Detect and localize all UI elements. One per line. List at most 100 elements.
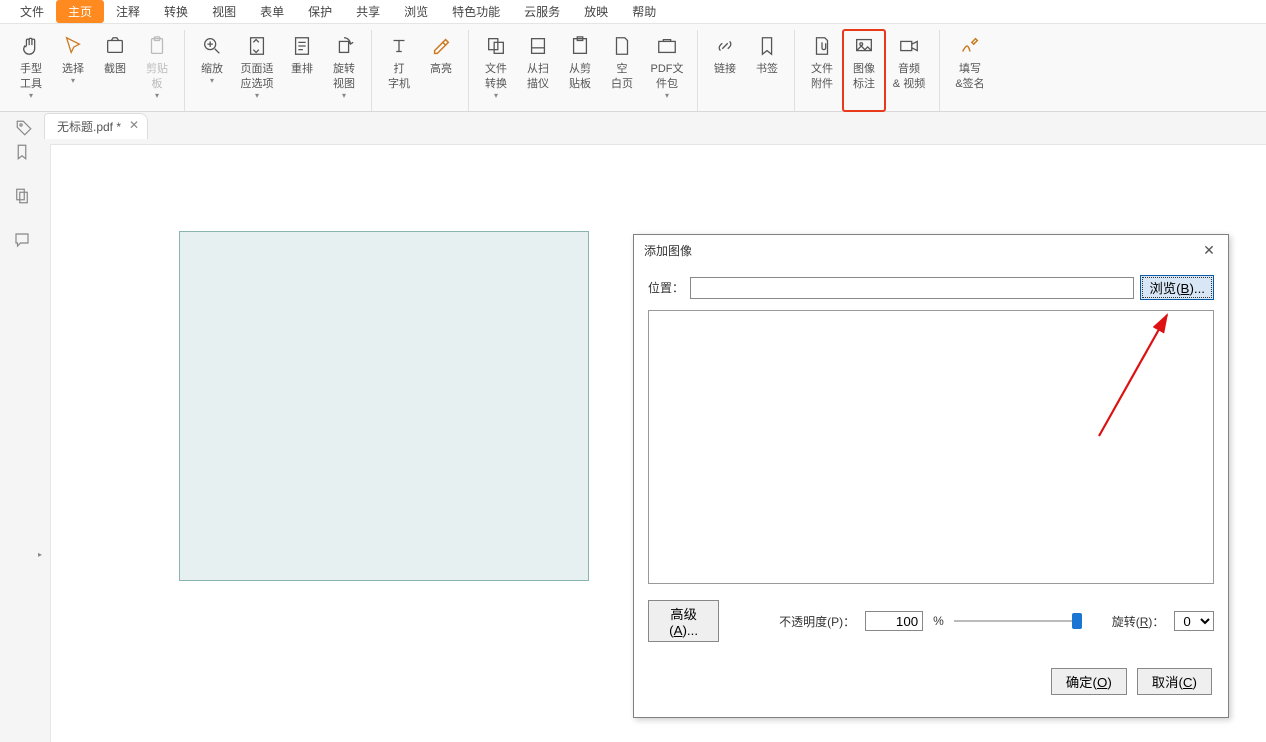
location-label: 位置： bbox=[648, 279, 684, 296]
ribbon-group-3: 打 字机 高亮 bbox=[372, 30, 469, 111]
scanner-button[interactable]: 从扫 描仪 bbox=[517, 30, 559, 111]
ribbon: 手型 工具 ▾ 选择 ▾ 截图 剪贴 板 ▾ 缩放 ▾ 页面适 应选项 ▾ bbox=[0, 24, 1266, 112]
chevron-down-icon: ▾ bbox=[29, 92, 33, 100]
highlight-label: 高亮 bbox=[430, 62, 452, 77]
add-image-dialog: 添加图像 ✕ 位置： 浏览(B)... 高级(A)... 不透明度(P)： bbox=[633, 234, 1229, 718]
pages-icon[interactable] bbox=[10, 184, 34, 208]
chevron-down-icon: ▾ bbox=[342, 92, 346, 100]
audio-video-label: 音频 & 视频 bbox=[893, 62, 925, 92]
attachment-button[interactable]: 文件 附件 bbox=[801, 30, 843, 111]
from-clipboard-button[interactable]: 从剪 贴板 bbox=[559, 30, 601, 111]
preview-area bbox=[648, 310, 1214, 584]
image-annotation-button[interactable]: 图像 标注 bbox=[843, 30, 885, 111]
rotate-view-button[interactable]: 旋转 视图 ▾ bbox=[323, 30, 365, 111]
menu-home[interactable]: 主页 bbox=[56, 0, 104, 23]
annotation-arrow-icon bbox=[649, 311, 1215, 585]
hand-icon bbox=[19, 34, 43, 58]
sign-icon bbox=[958, 34, 982, 58]
select-tool-button[interactable]: 选择 ▾ bbox=[52, 30, 94, 111]
close-icon[interactable]: ✕ bbox=[129, 118, 139, 132]
hand-tool-label: 手型 工具 bbox=[20, 62, 42, 92]
ribbon-group-7: 填写 &签名 bbox=[940, 30, 1000, 111]
attachment-icon bbox=[810, 34, 834, 58]
clipboard-button[interactable]: 剪贴 板 ▾ bbox=[136, 30, 178, 111]
ribbon-group-4: 文件 转换 ▾ 从扫 描仪 从剪 贴板 空 白页 PDF文 件包 ▾ bbox=[469, 30, 698, 111]
opacity-input[interactable] bbox=[865, 611, 923, 631]
reflow-label: 重排 bbox=[291, 62, 313, 77]
document-tab[interactable]: 无标题.pdf * ✕ bbox=[44, 113, 148, 139]
highlight-icon bbox=[429, 34, 453, 58]
menu-file[interactable]: 文件 bbox=[8, 0, 56, 23]
bookmark-side-icon[interactable] bbox=[10, 140, 34, 164]
slider-thumb[interactable] bbox=[1072, 613, 1082, 629]
portfolio-label: PDF文 件包 bbox=[651, 62, 684, 92]
dialog-titlebar: 添加图像 ✕ bbox=[634, 235, 1228, 265]
document-tabs: 无标题.pdf * ✕ bbox=[0, 112, 1266, 140]
convert-icon bbox=[484, 34, 508, 58]
bookmark-icon bbox=[755, 34, 779, 58]
cursor-icon bbox=[61, 34, 85, 58]
comment-icon[interactable] bbox=[10, 228, 34, 252]
image-placeholder-rect bbox=[179, 231, 589, 581]
blank-page-button[interactable]: 空 白页 bbox=[601, 30, 643, 111]
chevron-down-icon: ▾ bbox=[71, 77, 75, 85]
chevron-down-icon: ▾ bbox=[494, 92, 498, 100]
expand-sidebar-icon[interactable]: ▸ bbox=[38, 550, 46, 570]
snapshot-label: 截图 bbox=[104, 62, 126, 77]
zoom-button[interactable]: 缩放 ▾ bbox=[191, 30, 233, 111]
chevron-down-icon: ▾ bbox=[255, 92, 259, 100]
tag-icon[interactable] bbox=[12, 116, 36, 140]
zoom-label: 缩放 bbox=[201, 62, 223, 77]
portfolio-button[interactable]: PDF文 件包 ▾ bbox=[643, 30, 691, 111]
convert-button[interactable]: 文件 转换 ▾ bbox=[475, 30, 517, 111]
rotate-icon bbox=[332, 34, 356, 58]
rotate-label: 旋转(R)： bbox=[1112, 613, 1165, 630]
from-clipboard-icon bbox=[568, 34, 592, 58]
scanner-icon bbox=[526, 34, 550, 58]
location-input[interactable] bbox=[690, 277, 1134, 299]
link-icon bbox=[713, 34, 737, 58]
ribbon-group-2: 缩放 ▾ 页面适 应选项 ▾ 重排 旋转 视图 ▾ bbox=[185, 30, 372, 111]
audio-video-button[interactable]: 音频 & 视频 bbox=[885, 30, 933, 111]
scanner-label: 从扫 描仪 bbox=[527, 62, 549, 92]
menubar: 文件 主页 注释 转换 视图 表单 保护 共享 浏览 特色功能 云服务 放映 帮… bbox=[0, 0, 1266, 24]
menu-presentation[interactable]: 放映 bbox=[572, 0, 620, 23]
snapshot-button[interactable]: 截图 bbox=[94, 30, 136, 111]
fill-sign-button[interactable]: 填写 &签名 bbox=[946, 30, 994, 111]
menu-share[interactable]: 共享 bbox=[344, 0, 392, 23]
highlight-button[interactable]: 高亮 bbox=[420, 30, 462, 111]
reflow-button[interactable]: 重排 bbox=[281, 30, 323, 111]
menu-cloud[interactable]: 云服务 bbox=[512, 0, 572, 23]
reflow-icon bbox=[290, 34, 314, 58]
menu-browse[interactable]: 浏览 bbox=[392, 0, 440, 23]
from-clipboard-label: 从剪 贴板 bbox=[569, 62, 591, 92]
image-annotation-label: 图像 标注 bbox=[853, 62, 875, 92]
bookmark-label: 书签 bbox=[756, 62, 778, 77]
av-icon bbox=[897, 34, 921, 58]
advanced-button[interactable]: 高级(A)... bbox=[648, 600, 719, 642]
attachment-label: 文件 附件 bbox=[811, 62, 833, 92]
typewriter-label: 打 字机 bbox=[388, 62, 410, 92]
browse-button[interactable]: 浏览(B)... bbox=[1140, 275, 1214, 300]
menu-comment[interactable]: 注释 bbox=[104, 0, 152, 23]
menu-view[interactable]: 视图 bbox=[200, 0, 248, 23]
link-button[interactable]: 链接 bbox=[704, 30, 746, 111]
ok-button[interactable]: 确定(O) bbox=[1051, 668, 1127, 695]
cancel-button[interactable]: 取消(C) bbox=[1137, 668, 1212, 695]
menu-convert[interactable]: 转换 bbox=[152, 0, 200, 23]
typewriter-button[interactable]: 打 字机 bbox=[378, 30, 420, 111]
bookmark-button[interactable]: 书签 bbox=[746, 30, 788, 111]
hand-tool-button[interactable]: 手型 工具 ▾ bbox=[10, 30, 52, 111]
menu-protect[interactable]: 保护 bbox=[296, 0, 344, 23]
close-icon[interactable]: ✕ bbox=[1200, 241, 1218, 259]
menu-special[interactable]: 特色功能 bbox=[440, 0, 512, 23]
menu-help[interactable]: 帮助 bbox=[620, 0, 668, 23]
menu-form[interactable]: 表单 bbox=[248, 0, 296, 23]
fit-button[interactable]: 页面适 应选项 ▾ bbox=[233, 30, 281, 111]
opacity-slider[interactable] bbox=[954, 615, 1078, 627]
dialog-title-text: 添加图像 bbox=[644, 242, 692, 259]
percent-sign: % bbox=[933, 614, 944, 628]
rotate-select[interactable]: 0 bbox=[1174, 611, 1214, 631]
chevron-down-icon: ▾ bbox=[665, 92, 669, 100]
select-tool-label: 选择 bbox=[62, 62, 84, 77]
